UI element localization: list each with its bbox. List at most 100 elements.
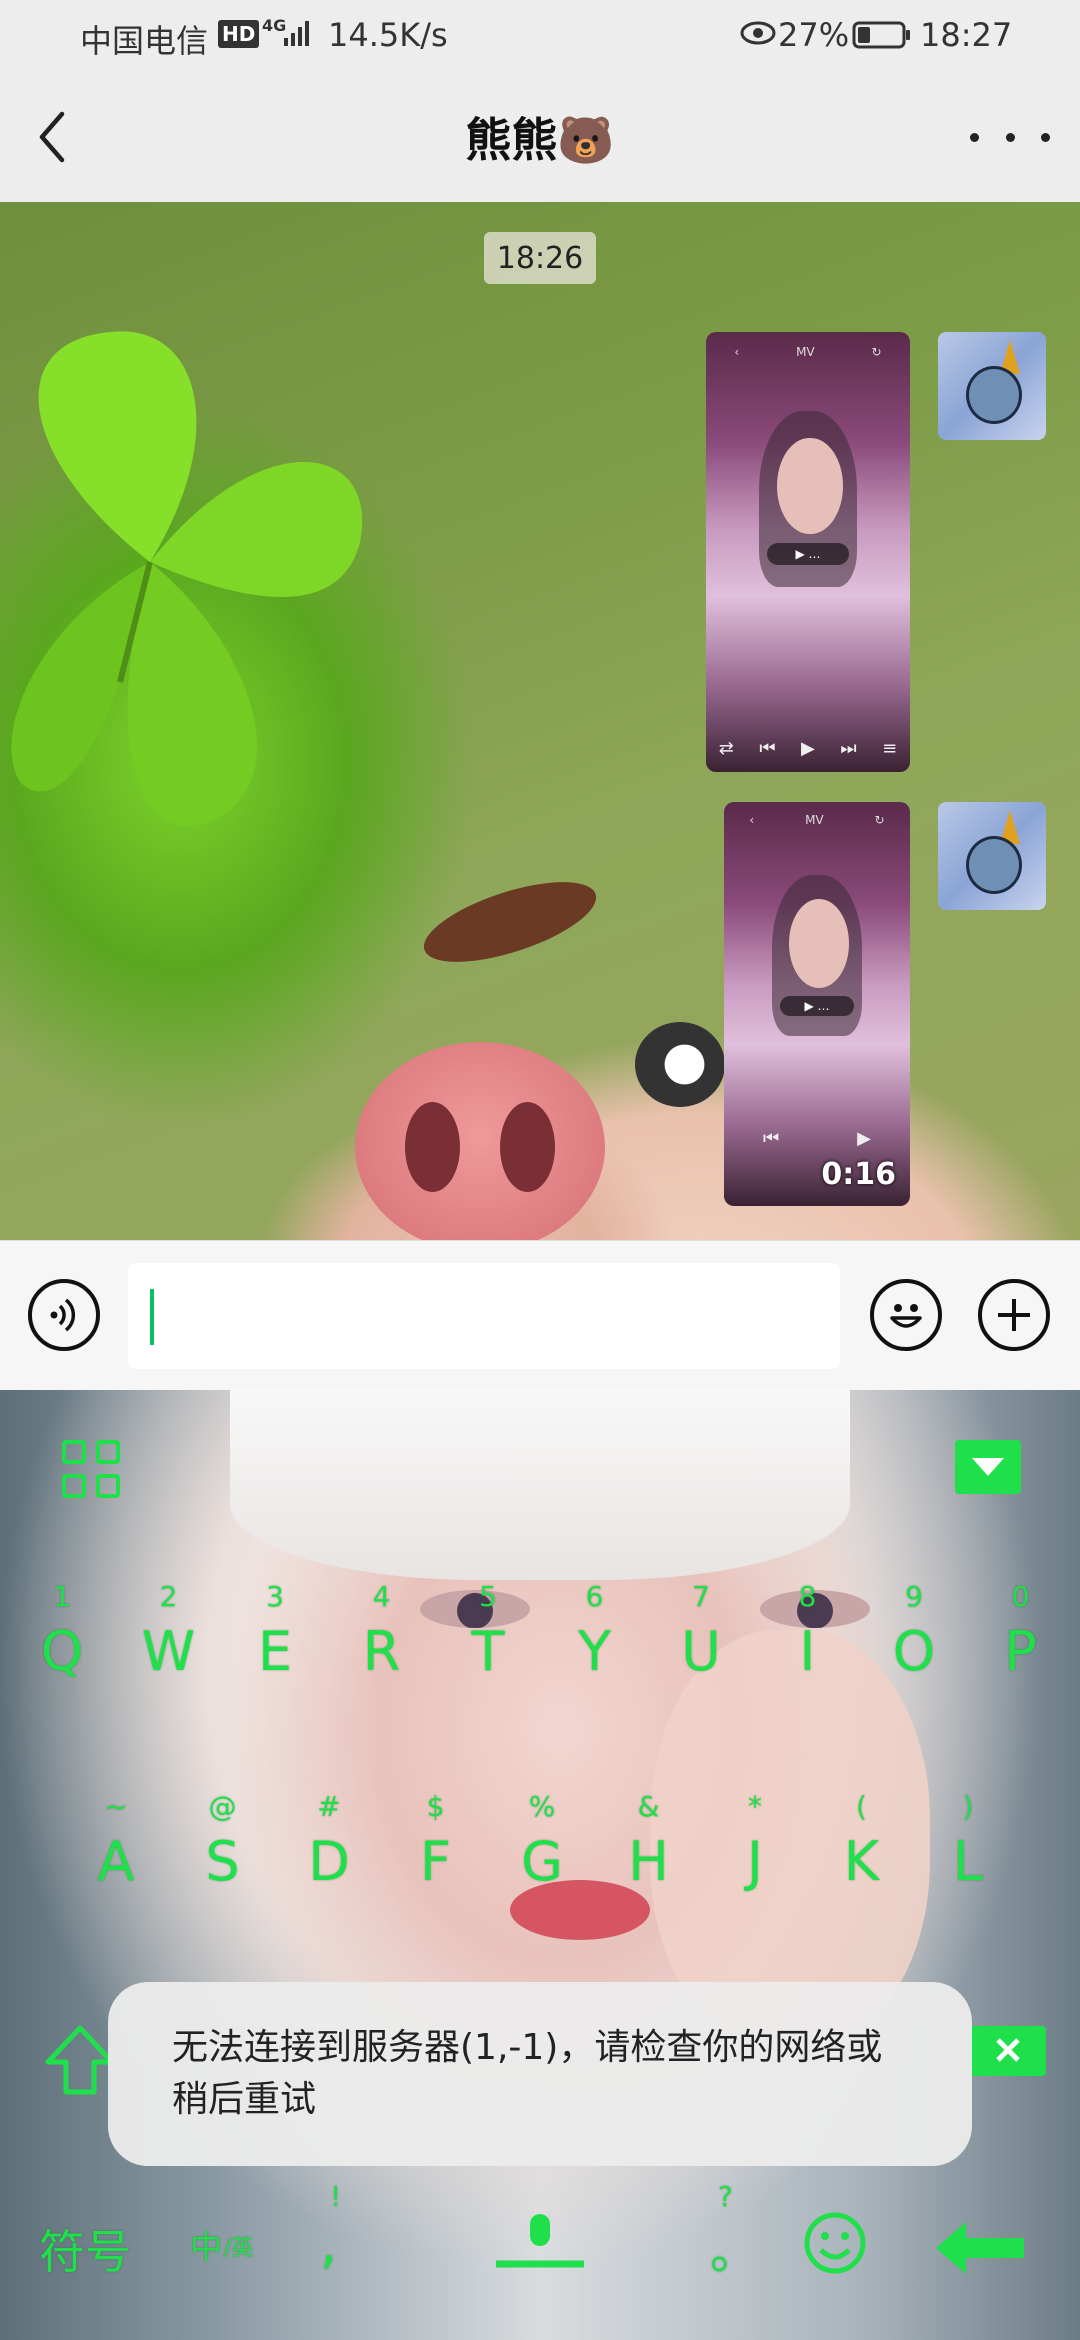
key-alt-label: 4 — [372, 1580, 391, 1613]
message-input[interactable] — [128, 1263, 840, 1369]
text-caret — [150, 1289, 154, 1345]
avatar[interactable] — [938, 332, 1046, 440]
key-label: H — [628, 1830, 669, 1893]
key-u[interactable]: 7U — [661, 1580, 741, 1700]
enter-key[interactable] — [930, 2210, 1030, 2280]
key-q[interactable]: 1Q — [22, 1580, 102, 1700]
keyboard-menu-button[interactable] — [62, 1440, 122, 1500]
key-j[interactable]: * J — [715, 1790, 795, 1910]
key-label: U — [681, 1620, 721, 1683]
key-r[interactable]: 4R — [342, 1580, 422, 1700]
playing-pill: ▶ … — [779, 995, 855, 1017]
smiley-icon — [804, 2212, 866, 2274]
smiley-icon — [890, 1304, 922, 1328]
key-i[interactable]: 8I — [768, 1580, 848, 1700]
key-label: R — [362, 1620, 401, 1683]
chevron-left-icon — [39, 111, 65, 163]
language-switch-key[interactable]: 中 /英 — [190, 2222, 300, 2282]
video-duration: 0:16 — [821, 1157, 896, 1192]
key-l[interactable]: ) L — [928, 1790, 1008, 1910]
space-key[interactable] — [490, 2200, 590, 2280]
emoji-key[interactable] — [800, 2208, 870, 2278]
key-alt-label: ~ — [104, 1790, 128, 1823]
grid-icon — [62, 1440, 86, 1464]
key-label: D — [308, 1830, 350, 1893]
voice-icon — [50, 1298, 76, 1332]
key-label: Q — [40, 1620, 84, 1683]
pig-snout-graphic — [355, 1042, 605, 1240]
more-attachments-button[interactable] — [978, 1279, 1050, 1351]
key-alt-label: 7 — [692, 1580, 710, 1613]
key-label: Y — [578, 1620, 611, 1683]
plus-icon — [998, 1299, 1030, 1331]
pig-eye-graphic — [635, 1022, 725, 1107]
back-button[interactable] — [30, 104, 90, 170]
key-d[interactable]: # D — [289, 1790, 369, 1910]
player-controls: ⇄ ⏮ ▶ ⏭ ≡ — [718, 737, 898, 759]
battery-percent: 27% — [778, 16, 850, 54]
more-dot-icon — [1041, 132, 1050, 142]
key-alt-label: & — [637, 1790, 660, 1823]
key-alt-label: % — [528, 1790, 556, 1823]
symbols-key[interactable]: 符号 — [20, 2216, 150, 2282]
key-alt-label: 1 — [53, 1580, 71, 1613]
comma-key[interactable]: ! , — [300, 2180, 380, 2290]
key-alt-label: ) — [962, 1790, 974, 1823]
key-row-2: ~ A @ S # D $ F% G & H * J(K) L — [0, 1790, 1080, 1910]
key-label: J — [747, 1830, 763, 1893]
more-options-button[interactable] — [970, 112, 1050, 162]
backspace-key[interactable] — [970, 2026, 1046, 2076]
more-dot-icon — [1005, 132, 1015, 142]
more-dot-icon — [970, 132, 979, 142]
key-row-1: 1Q2W3E4R5T6Y7U8I9O0P — [0, 1580, 1080, 1700]
key-t[interactable]: 5T — [448, 1580, 528, 1700]
avatar[interactable] — [938, 802, 1046, 910]
key-alt-label: ( — [856, 1790, 867, 1823]
battery-icon — [852, 20, 912, 50]
key-s[interactable]: @ S — [183, 1790, 263, 1910]
key-alt-label: 6 — [585, 1580, 604, 1613]
player-controls: ⏮ ▶ — [762, 1128, 871, 1150]
key-label: K — [843, 1830, 880, 1893]
chat-header: 熊熊🐻 — [0, 72, 1080, 202]
key-e[interactable]: 3E — [235, 1580, 315, 1700]
key-alt-label: * — [748, 1790, 762, 1823]
key-alt-label: @ — [208, 1790, 237, 1823]
key-a[interactable]: ~ A — [76, 1790, 156, 1910]
toast-message: 无法连接到服务器(1,-1)，请检查你的网络或稍后重试 — [108, 1982, 972, 2166]
period-key[interactable]: ? 。 — [690, 2180, 770, 2290]
microphone-icon — [496, 2214, 584, 2268]
key-h[interactable]: & H — [609, 1790, 689, 1910]
carrier-label: 中国电信 — [80, 22, 209, 60]
key-alt-label: 9 — [905, 1580, 923, 1613]
key-k[interactable]: (K — [822, 1790, 902, 1910]
hd-badge: HD — [218, 20, 260, 48]
key-w[interactable]: 2W — [129, 1580, 209, 1700]
key-label: P — [1004, 1620, 1037, 1683]
clock: 18:27 — [920, 16, 1013, 54]
key-alt-label: # — [317, 1790, 341, 1823]
key-f[interactable]: $ F — [396, 1790, 476, 1910]
key-o[interactable]: 9O — [874, 1580, 954, 1700]
emoji-button[interactable] — [870, 1279, 942, 1351]
key-label: L — [952, 1830, 984, 1893]
key-label: A — [97, 1830, 135, 1893]
chat-area[interactable]: 18:26 ‹ MV ↻ ▶ … ⇄ ⏮ ▶ ⏭ ≡ ‹ MV ↻ ▶ … ⏮ ▶ 0:16 — [0, 202, 1080, 1240]
video-message-thumbnail[interactable]: ‹ MV ↻ ▶ … ⏮ ▶ 0:16 — [724, 802, 910, 1206]
signal-icon — [282, 18, 312, 48]
key-y[interactable]: 6Y — [555, 1580, 635, 1700]
key-label: S — [205, 1830, 240, 1893]
clover-leaf-graphic — [11, 331, 363, 826]
eye-icon — [740, 18, 776, 48]
enter-arrow-icon — [936, 2222, 1024, 2274]
chat-title: 熊熊🐻 — [465, 113, 615, 167]
key-p[interactable]: 0P — [981, 1580, 1061, 1700]
hide-keyboard-button[interactable] — [955, 1440, 1021, 1494]
voice-input-button[interactable] — [28, 1279, 100, 1351]
key-label: I — [799, 1620, 816, 1683]
key-g[interactable]: % G — [502, 1790, 582, 1910]
key-label: E — [257, 1620, 293, 1683]
video-message-thumbnail[interactable]: ‹ MV ↻ ▶ … ⇄ ⏮ ▶ ⏭ ≡ — [706, 332, 910, 772]
playing-pill: ▶ … — [767, 543, 849, 566]
pig-ear-graphic — [415, 865, 605, 979]
